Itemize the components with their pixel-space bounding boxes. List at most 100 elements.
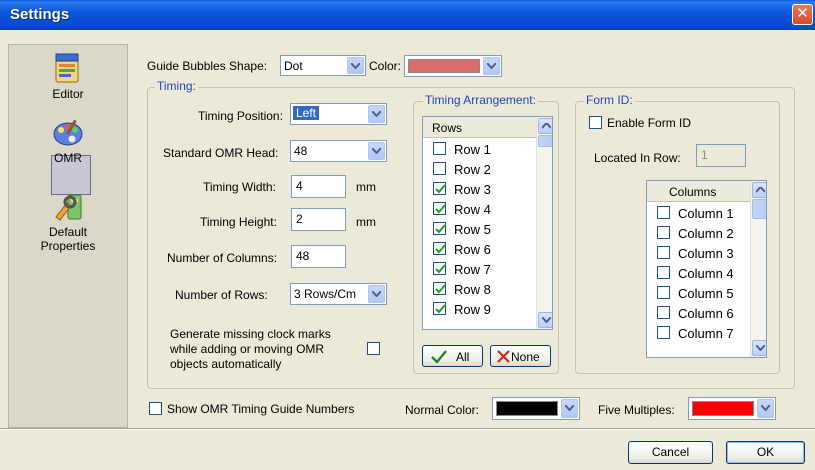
scroll-down-icon[interactable] [752,340,766,356]
scroll-up-icon[interactable] [538,118,552,134]
nav-item-label-line1: Default [48,225,88,239]
nav-item-editor[interactable]: Editor [9,51,127,101]
row-item-checkbox[interactable] [433,262,446,275]
column-item-checkbox[interactable] [657,226,670,239]
rows-count-label: Number of Rows: [175,288,268,302]
omr-head-select[interactable]: 48 [290,140,387,162]
chevron-down-icon[interactable] [368,285,385,303]
normal-color-label: Normal Color: [405,403,480,417]
select-all-button[interactable]: All [422,345,483,367]
column-item-label: Column 4 [678,266,734,281]
timing-height-unit: mm [356,215,376,229]
timing-group-title: Timing: [155,79,198,93]
chevron-down-icon[interactable] [368,142,385,160]
row-item-checkbox[interactable] [433,222,446,235]
column-item-checkbox[interactable] [657,286,670,299]
five-multiples-color-select[interactable] [688,397,776,420]
column-item-label: Column 3 [678,246,734,261]
nav-item-omr[interactable]: OMR [9,113,127,165]
located-in-row-label: Located In Row: [594,151,681,165]
generate-clock-marks-checkbox[interactable] [367,342,380,355]
select-none-button[interactable]: None [490,345,551,367]
nav-item-label: Editor [52,87,84,101]
timing-height-input[interactable]: 2 [291,208,346,231]
timing-position-select[interactable]: Left [290,103,387,125]
scroll-up-icon[interactable] [752,182,766,198]
row-item-checkbox[interactable] [433,282,446,295]
normal-color-select[interactable] [492,397,580,420]
timing-height-label: Timing Height: [200,215,277,229]
row-item-checkbox[interactable] [433,202,446,215]
nav-item-label: OMR [54,151,82,165]
window-title: Settings [10,6,70,23]
properties-icon [50,189,86,225]
rows-list[interactable]: Rows Row 1 Row 2 Row 3 Row 4 Row 5 Row 6 Row 7… [422,116,553,330]
row-item-label: Row 5 [454,222,491,237]
omr-head-value: 48 [294,144,308,158]
column-item-checkbox[interactable] [657,326,670,339]
ok-button[interactable]: OK [726,441,805,464]
generate-line-3: objects automatically [170,357,282,371]
select-none-label: None [511,350,540,364]
row-item-checkbox[interactable] [433,242,446,255]
row-item-label: Row 1 [454,142,491,157]
row-item-label: Row 4 [454,202,491,217]
scroll-down-icon[interactable] [538,312,552,328]
scroll-thumb[interactable] [752,199,766,219]
timing-position-value: Left [293,106,320,120]
checkmark-icon [435,184,446,194]
generate-line-2: while adding or moving OMR [170,342,325,356]
guide-shape-select[interactable]: Dot [280,55,366,76]
column-item-checkbox[interactable] [657,246,670,259]
chevron-down-icon[interactable] [561,399,578,418]
enable-form-id-checkbox[interactable] [589,116,602,129]
row-item-label: Row 3 [454,182,491,197]
color-swatch [408,59,480,73]
show-guide-numbers-label: Show OMR Timing Guide Numbers [167,402,355,416]
row-item-checkbox[interactable] [433,182,446,195]
settings-nav: Editor OMR Default Properties [8,44,128,428]
form-id-title: Form ID: [584,93,635,107]
columns-list-header[interactable]: Columns [647,181,751,202]
rows-scrollbar[interactable] [536,117,552,329]
cancel-button[interactable]: Cancel [628,441,713,464]
column-item-checkbox[interactable] [657,306,670,319]
editor-icon [50,51,86,87]
check-icon [431,350,447,363]
chevron-down-icon[interactable] [368,105,385,123]
guide-color-label: Color: [369,59,402,73]
row-item-checkbox[interactable] [433,162,446,175]
footer-divider [0,428,815,430]
columns-scrollbar[interactable] [750,181,766,357]
column-item-checkbox[interactable] [657,206,670,219]
show-guide-numbers-checkbox[interactable] [149,402,162,415]
rows-count-value: 3 Rows/Cm [294,287,357,301]
timing-position-label: Timing Position: [198,109,283,123]
row-item-checkbox[interactable] [433,302,446,315]
omr-head-label: Standard OMR Head: [163,146,279,160]
chevron-down-icon[interactable] [757,399,774,418]
timing-width-input[interactable]: 4 [291,175,346,198]
nav-item-default-properties[interactable]: Default Properties [9,189,127,253]
row-item-label: Row 9 [454,302,491,317]
chevron-down-icon[interactable] [483,57,500,75]
palette-icon [50,115,86,151]
timing-width-unit: mm [356,180,376,194]
columns-list[interactable]: Columns Column 1 Column 2 Column 3 Column 4… [646,180,767,358]
chevron-down-icon[interactable] [347,57,364,74]
row-item-label: Row 7 [454,262,491,277]
guide-color-select[interactable] [404,55,502,77]
close-button[interactable]: ✕ [792,4,813,25]
rows-list-header[interactable]: Rows [423,117,537,138]
columns-count-input[interactable]: 48 [291,245,346,268]
rows-header-label: Rows [432,121,463,135]
five-multiples-label: Five Multiples: [598,403,675,417]
column-item-checkbox[interactable] [657,266,670,279]
column-item-label: Column 5 [678,286,734,301]
scroll-thumb[interactable] [538,135,552,147]
checkmark-icon [435,284,446,294]
located-in-row-input[interactable]: 1 [696,144,746,167]
row-item-checkbox[interactable] [433,142,446,155]
checkmark-icon [435,244,446,254]
rows-count-select[interactable]: 3 Rows/Cm [290,283,387,305]
